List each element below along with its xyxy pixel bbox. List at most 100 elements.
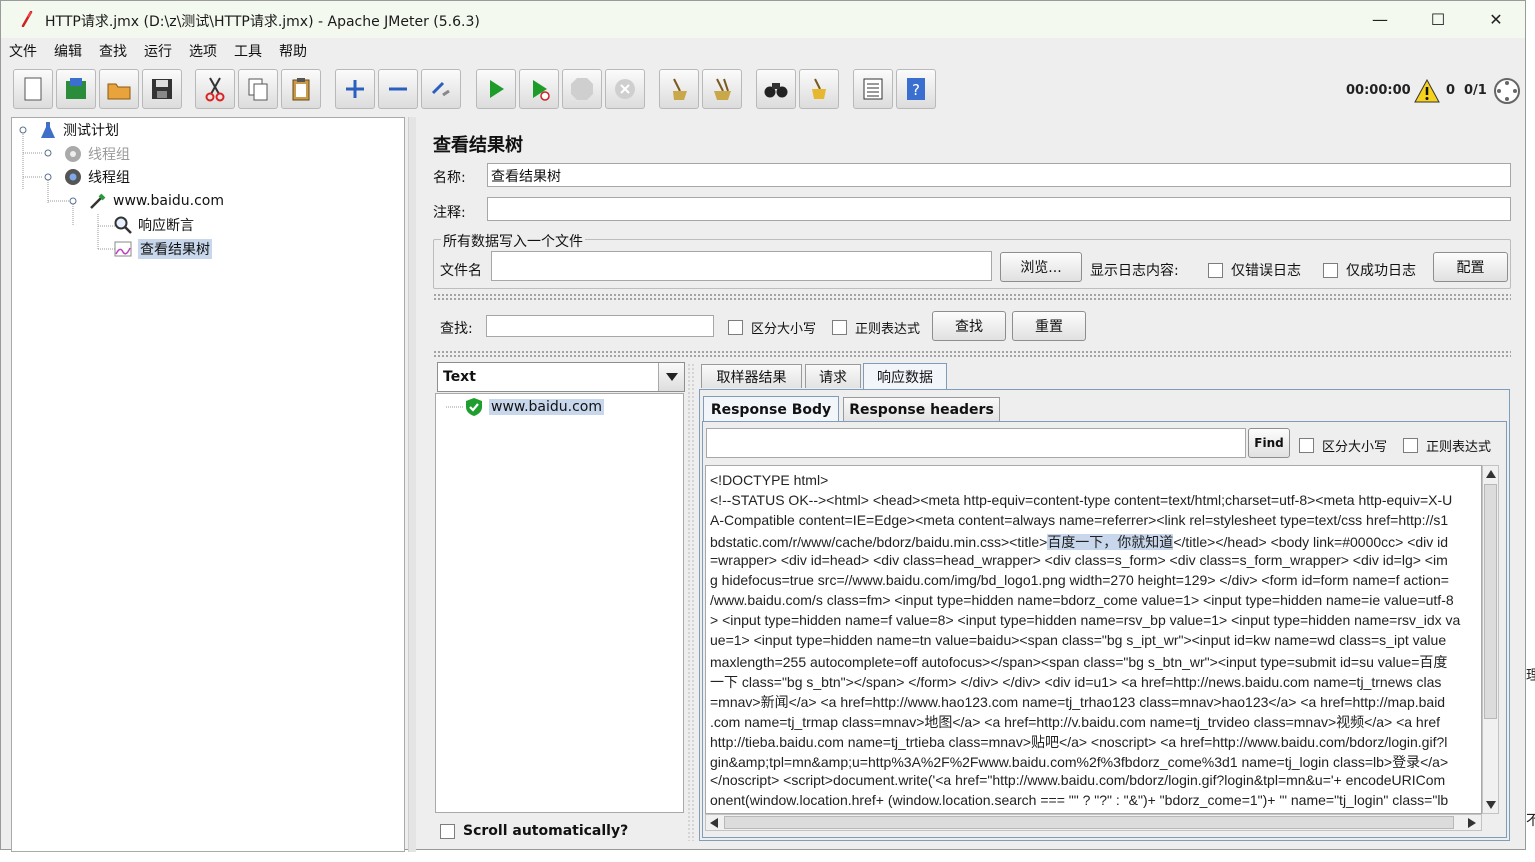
- tree-node-test-plan[interactable]: 测试计划: [38, 119, 119, 141]
- filename-input[interactable]: [491, 251, 992, 281]
- checkbox-box[interactable]: [440, 823, 455, 839]
- chevron-down-icon[interactable]: [658, 363, 684, 391]
- clear-all-button[interactable]: [702, 69, 742, 109]
- tab-response-body[interactable]: Response Body: [703, 396, 839, 422]
- result-node[interactable]: www.baidu.com: [464, 396, 604, 418]
- menu-options[interactable]: 选项: [189, 41, 217, 61]
- templates-button[interactable]: [56, 69, 96, 109]
- body-line: bdstatic.com/r/www/cache/bdorz/baidu.min…: [710, 534, 1449, 550]
- checkbox-box[interactable]: [1403, 438, 1418, 453]
- title-bar: HTTP请求.jmx (D:\z\测试\HTTP请求.jmx) - Apache…: [1, 1, 1525, 38]
- menu-edit[interactable]: 编辑: [54, 41, 82, 61]
- paste-button[interactable]: [281, 69, 321, 109]
- scroll-right-icon[interactable]: [1468, 818, 1476, 828]
- help-button[interactable]: ?: [896, 69, 936, 109]
- checkbox-box[interactable]: [1323, 262, 1338, 278]
- shutdown-button[interactable]: [605, 69, 645, 109]
- name-field[interactable]: 查看结果树: [487, 163, 1511, 187]
- response-body-text[interactable]: <!DOCTYPE html> <!--STATUS OK--><html> <…: [705, 465, 1482, 814]
- body-search-input[interactable]: [706, 428, 1246, 458]
- menu-search[interactable]: 查找: [99, 41, 127, 61]
- toggle-button[interactable]: [421, 69, 461, 109]
- expand-button[interactable]: [335, 69, 375, 109]
- configure-button[interactable]: 配置: [1433, 252, 1508, 282]
- menu-help[interactable]: 帮助: [279, 41, 307, 61]
- scissors-icon: [205, 77, 225, 102]
- warning-icon[interactable]: [1414, 79, 1440, 103]
- body-line: g hidefocus=true src=//www.baidu.com/img…: [710, 572, 1449, 588]
- body-line: > <input type=hidden name=f value=8> <in…: [710, 612, 1461, 628]
- browse-button[interactable]: 浏览...: [1000, 252, 1082, 282]
- body-line: gin&amp;tpl=mn&amp;u=http%3A%2F%2Fwww.ba…: [710, 754, 1449, 770]
- search-input[interactable]: [486, 315, 714, 337]
- successes-only-checkbox[interactable]: 仅成功日志: [1323, 260, 1416, 280]
- tree-node-thread-group-disabled[interactable]: 线程组: [63, 143, 130, 165]
- collapse-button[interactable]: [378, 69, 418, 109]
- start-no-pauses-button[interactable]: [519, 69, 559, 109]
- scroll-automatically-checkbox[interactable]: Scroll automatically?: [440, 823, 628, 839]
- checkbox-box[interactable]: [1208, 262, 1223, 278]
- name-label: 名称:: [433, 170, 466, 186]
- open-folder-icon: [107, 83, 131, 100]
- new-button[interactable]: [13, 69, 53, 109]
- scroll-up-icon[interactable]: [1486, 470, 1496, 478]
- scroll-thumb[interactable]: [1484, 484, 1497, 719]
- stop-button[interactable]: [562, 69, 602, 109]
- cut-button[interactable]: [195, 69, 235, 109]
- scroll-down-icon[interactable]: [1486, 801, 1496, 809]
- pane-splitter[interactable]: [408, 117, 416, 852]
- function-helper-button[interactable]: [853, 69, 893, 109]
- file-group-title: 所有数据写入一个文件: [441, 231, 585, 251]
- tree-node-view-results-tree[interactable]: 查看结果树: [113, 238, 212, 260]
- minus-icon: [389, 87, 407, 91]
- case-sensitive-checkbox[interactable]: 区分大小写: [728, 318, 816, 337]
- body-line: http://tieba.baidu.com name=tj_trtieba c…: [710, 734, 1448, 750]
- split-handle[interactable]: [433, 293, 1511, 301]
- regex-checkbox[interactable]: 正则表达式: [832, 318, 920, 337]
- tab-sampler-result[interactable]: 取样器结果: [701, 364, 802, 388]
- split-handle-vertical[interactable]: [687, 363, 695, 841]
- tree-node-http-sampler[interactable]: www.baidu.com: [88, 190, 224, 212]
- errors-only-checkbox[interactable]: 仅错误日志: [1208, 260, 1301, 280]
- horizontal-scrollbar[interactable]: [705, 814, 1482, 831]
- menu-file[interactable]: 文件: [9, 41, 37, 61]
- maximize-button[interactable]: ☐: [1409, 1, 1467, 38]
- tab-request[interactable]: 请求: [805, 364, 861, 388]
- body-case-checkbox[interactable]: 区分大小写: [1299, 436, 1387, 455]
- menu-run[interactable]: 运行: [144, 41, 172, 61]
- search-button[interactable]: [756, 69, 796, 109]
- body-regex-checkbox[interactable]: 正则表达式: [1403, 436, 1491, 455]
- reset-search-button[interactable]: [799, 69, 839, 109]
- body-line: <!--STATUS OK--><html> <head><meta http-…: [710, 492, 1453, 508]
- background-text: 理: [1526, 668, 1535, 684]
- tree-node-thread-group[interactable]: 线程组: [63, 166, 130, 188]
- find-button[interactable]: 查找: [932, 311, 1006, 341]
- list-icon: [863, 78, 883, 100]
- templates-icon: [66, 78, 86, 99]
- search-label: 查找:: [440, 321, 473, 337]
- tab-response-headers[interactable]: Response headers: [843, 397, 1000, 421]
- checkbox-box[interactable]: [832, 320, 847, 335]
- tab-response-data[interactable]: 响应数据: [863, 363, 947, 389]
- renderer-select[interactable]: Text: [437, 362, 685, 392]
- split-handle[interactable]: [433, 350, 1511, 358]
- copy-button[interactable]: [238, 69, 278, 109]
- save-button[interactable]: [142, 69, 182, 109]
- checkbox-box[interactable]: [728, 320, 743, 335]
- open-button[interactable]: [99, 69, 139, 109]
- comment-field[interactable]: [487, 197, 1511, 221]
- checkbox-box[interactable]: [1299, 438, 1314, 453]
- scroll-thumb[interactable]: [724, 816, 1454, 829]
- menu-tools[interactable]: 工具: [234, 41, 262, 61]
- minimize-button[interactable]: —: [1351, 1, 1409, 38]
- clear-button[interactable]: [659, 69, 699, 109]
- close-button[interactable]: ✕: [1467, 1, 1525, 38]
- broom-icon: [673, 78, 687, 100]
- help-icon: ?: [907, 78, 925, 100]
- reset-button[interactable]: 重置: [1012, 311, 1086, 341]
- start-button[interactable]: [476, 69, 516, 109]
- vertical-scrollbar[interactable]: [1482, 465, 1499, 814]
- tree-node-response-assertion[interactable]: 响应断言: [113, 214, 194, 236]
- scroll-left-icon[interactable]: [710, 818, 718, 828]
- body-find-button[interactable]: Find: [1248, 428, 1290, 458]
